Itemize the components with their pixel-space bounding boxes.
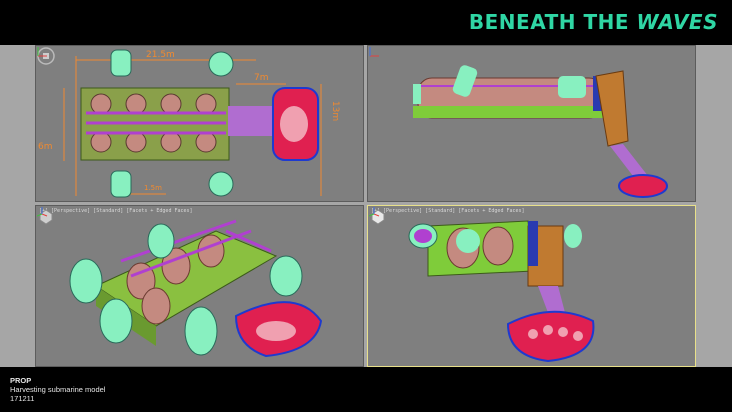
caption-category: PROP (10, 376, 32, 385)
brand-italic: WAVES (636, 10, 718, 34)
dim-right: 13m (330, 100, 341, 122)
perspective-a-model (69, 219, 323, 358)
caption-code: 171211 (10, 394, 35, 403)
dim-height: 6m (38, 142, 53, 152)
viewport-top[interactable]: 21.5m 7m 6m 13m 1.5m (35, 45, 364, 202)
axis-tripod-icon (37, 47, 47, 57)
viewport-area: 21.5m 7m 6m 13m 1.5m [+] [Perspective] [… (0, 45, 732, 367)
dim-width: 21.5m (146, 50, 175, 60)
viewport-perspective-b[interactable]: [+] [Perspective] [Standard] [Facets + E… (367, 205, 696, 367)
dim-arm: 7m (254, 73, 269, 83)
front-view-model (413, 65, 668, 198)
brand-title: BENEATH THE WAVES (469, 10, 718, 34)
viewport-front[interactable] (367, 45, 696, 202)
axis-tripod-icon (368, 207, 380, 217)
axis-tripod-icon (36, 207, 48, 217)
viewport-perspective-a[interactable]: [+] [Perspective] [Standard] [Facets + E… (35, 205, 364, 367)
dim-small: 1.5m (144, 184, 162, 192)
perspective-b-model (408, 220, 595, 363)
caption-title: Harvesting submarine model (10, 385, 106, 394)
top-view-model (63, 49, 322, 198)
axis-tripod-icon (369, 47, 379, 57)
caption: PROP Harvesting submarine model 171211 (10, 376, 105, 403)
brand-main: BENEATH THE (468, 10, 630, 34)
